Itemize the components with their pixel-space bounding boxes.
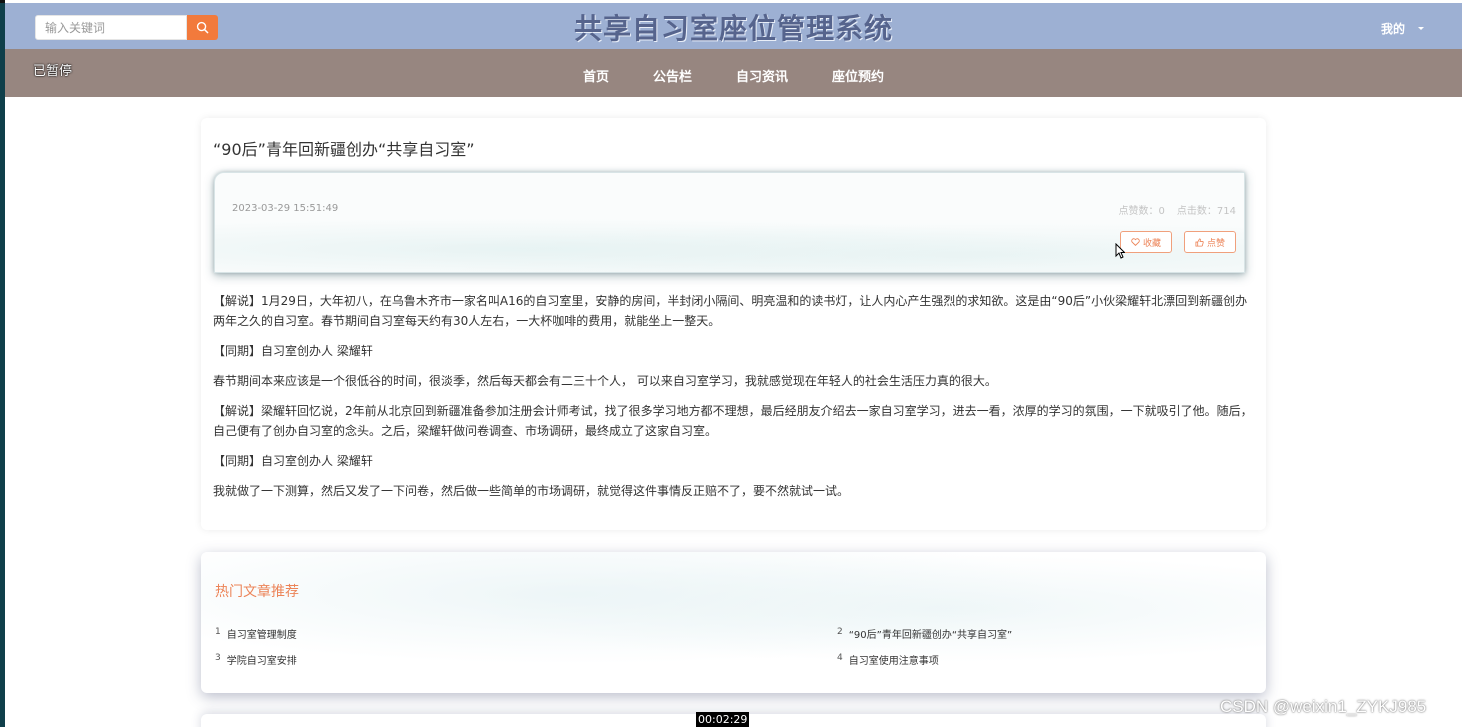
- top-header: 共享自习室座位管理系统 我的: [5, 3, 1462, 49]
- hot-article-number: 2: [837, 626, 843, 637]
- nav-item-reservation[interactable]: 座位预约: [810, 66, 906, 85]
- article-body: 【解说】1月29日，大年初八，在乌鲁木齐市一家名叫A16的自习室里，安静的房间，…: [213, 291, 1253, 511]
- csdn-watermark: CSDN @weixin1_ZYKJ985: [1220, 697, 1427, 716]
- hot-article-item[interactable]: 1 自习室管理制度: [215, 626, 297, 641]
- mouse-cursor-icon: [1115, 243, 1125, 259]
- hot-article-number: 1: [215, 626, 221, 637]
- hot-articles-title: 热门文章推荐: [215, 584, 299, 600]
- hot-article-item[interactable]: 2 “90后”青年回新疆创办“共享自习室”: [837, 626, 1012, 641]
- site-title: 共享自习室座位管理系统: [573, 12, 893, 45]
- main-nav-bar: 已暂停 首页 公告栏 自习资讯 座位预约: [5, 49, 1462, 97]
- article-paragraph: 春节期间本来应该是一个很低谷的时间，很淡季，然后每天都会有二三十个人， 可以来自…: [213, 374, 997, 388]
- article-paragraph: 【同期】自习室创办人 梁耀轩: [213, 454, 373, 468]
- article-date: 2023-03-29 15:51:49: [232, 203, 339, 214]
- article-card: “90后”青年回新疆创办“共享自习室” 2023-03-29 15:51:49 …: [201, 118, 1266, 530]
- hot-article-number: 4: [837, 652, 843, 663]
- hot-article-link: “90后”青年回新疆创办“共享自习室”: [848, 630, 1013, 641]
- heart-icon: [1131, 238, 1140, 246]
- article-paragraph: 【解说】梁耀轩回忆说，2年前从北京回到新疆准备参加注册会计师考试，找了很多学习地…: [213, 404, 1253, 438]
- nav-item-notice[interactable]: 公告栏: [631, 66, 714, 85]
- article-stats: 点赞数：0 点击数：714: [1119, 202, 1236, 217]
- favorite-label: 收藏: [1142, 238, 1161, 249]
- like-button[interactable]: 点赞: [1183, 231, 1236, 253]
- nav-item-home[interactable]: 首页: [561, 66, 631, 85]
- chevron-down-icon: [1418, 27, 1424, 30]
- main-nav: 首页 公告栏 自习资讯 座位预约: [5, 66, 1462, 85]
- hot-article-item[interactable]: 3 学院自习室安排: [215, 652, 297, 667]
- hot-article-link: 学院自习室安排: [226, 656, 297, 667]
- hot-articles-card: 热门文章推荐 1 自习室管理制度 2 “90后”青年回新疆创办“共享自习室” 3 学院…: [201, 552, 1266, 693]
- browser-viewport: 共享自习室座位管理系统 我的 已暂停 首页 公告栏 自习资讯 座位预约 “90后…: [5, 0, 1462, 727]
- hot-article-link: 自习室管理制度: [226, 630, 297, 641]
- nav-item-news[interactable]: 自习资讯: [714, 66, 810, 85]
- article-paragraph: 【解说】1月29日，大年初八，在乌鲁木齐市一家名叫A16的自习室里，安静的房间，…: [213, 294, 1248, 328]
- like-count: 点赞数：0: [1118, 206, 1165, 217]
- article-paragraph: 我就做了一下测算，然后又发了一下问卷，然后做一些简单的市场调研，就觉得这件事情反…: [213, 484, 850, 498]
- like-label: 点赞: [1206, 238, 1225, 249]
- article-title: “90后”青年回新疆创办“共享自习室”: [213, 140, 475, 159]
- user-menu-label: 我的: [1380, 22, 1405, 36]
- click-count: 点击数：714: [1176, 206, 1236, 217]
- hot-article-link: 自习室使用注意事项: [848, 656, 939, 667]
- hot-article-number: 3: [215, 652, 221, 663]
- favorite-button[interactable]: 收藏: [1119, 231, 1172, 253]
- article-meta-box: 2023-03-29 15:51:49 点赞数：0 点击数：714 收藏 点赞: [214, 172, 1245, 273]
- article-paragraph: 【同期】自习室创办人 梁耀轩: [213, 344, 373, 358]
- hot-article-item[interactable]: 4 自习室使用注意事项: [837, 652, 939, 667]
- video-timestamp: 00:02:29: [696, 712, 750, 727]
- article-actions: 收藏 点赞: [1119, 231, 1236, 253]
- thumbs-up-icon: [1195, 237, 1204, 247]
- user-menu[interactable]: 我的: [1381, 20, 1424, 37]
